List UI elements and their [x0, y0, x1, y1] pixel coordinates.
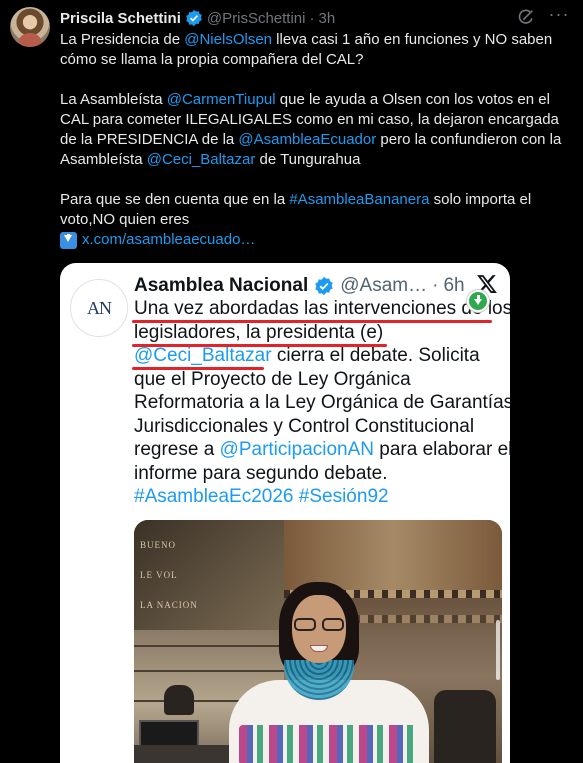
mention-link[interactable]: @CarmenTiupul — [167, 91, 276, 108]
timestamp[interactable]: 3h — [318, 10, 335, 27]
text-segment: que el Proyecto de Ley Orgánica — [134, 368, 411, 390]
red-underline — [132, 344, 387, 347]
text-segment: de Tungurahua — [255, 151, 361, 168]
wall-inscription: BUENO LE VOL LA NACION — [134, 520, 284, 630]
quote-line: #AsambleaEc2026 #Sesión92 — [134, 485, 504, 509]
quote-text: Una vez abordadas las intervenciones de … — [134, 297, 510, 509]
chair — [434, 690, 496, 763]
red-underline — [132, 367, 264, 370]
handle[interactable]: @PrisSchettini — [207, 10, 306, 27]
text-segment: legisladores, la presidenta (e) — [134, 321, 384, 343]
scrollbar[interactable] — [496, 620, 500, 680]
quote-photo[interactable]: BUENO LE VOL LA NACION — [134, 520, 502, 763]
quote-avatar[interactable]: AN — [70, 279, 128, 337]
mention-link[interactable]: #Sesión92 — [299, 486, 389, 507]
text-segment: La Asambleísta — [60, 91, 167, 108]
quote-separator-dot: · — [432, 275, 439, 296]
tweet-paragraph: La Presidencia de @NielsOlsen lleva casi… — [60, 30, 574, 70]
tweet-paragraph: La Asambleísta @CarmenTiupul que le ayud… — [60, 90, 574, 170]
quote-line: Una vez abordadas las intervenciones de … — [134, 297, 510, 321]
text-segment: Reformatoria a la Ley Orgánica de Garant… — [134, 392, 510, 413]
wall-text-3: LA NACION — [140, 600, 198, 610]
tweet-paragraph: Para que se den cuenta que en la #Asambl… — [60, 190, 574, 230]
text-segment: informe para segundo debate. — [134, 462, 388, 484]
text-segment: Una vez abordadas las intervenciones de … — [134, 298, 510, 319]
text-segment: para elaborar el — [374, 439, 510, 460]
quote-line: regrese a @ParticipacionAN para elaborar… — [134, 438, 510, 462]
grok-icon[interactable] — [517, 8, 535, 26]
red-underline — [132, 320, 492, 323]
text-segment: regrese a — [134, 439, 220, 460]
text-segment: Para que se den cuenta que en la — [60, 191, 290, 208]
quote-display-name[interactable]: Asamblea Nacional — [134, 275, 308, 297]
more-icon[interactable]: ··· — [547, 5, 571, 26]
blouse-embroidery — [239, 725, 419, 763]
download-arrow-icon — [60, 231, 77, 249]
text-segment: Jurisdiccionales y Control Constituciona… — [134, 415, 475, 437]
mention-link[interactable]: #AsambleaEc2026 — [134, 486, 294, 507]
external-link[interactable]: x.com/asambleaecuado… — [82, 230, 255, 250]
quote-line: que el Proyecto de Ley Orgánica — [134, 368, 504, 392]
mention-link[interactable]: @AsambleaEcuador — [238, 131, 376, 148]
text-segment: La Presidencia de — [60, 31, 185, 48]
display-name[interactable]: Priscila Schettini — [60, 10, 181, 27]
wall-text-1: BUENO — [140, 540, 176, 550]
tweet[interactable]: Priscila Schettini @PrisSchettini · 3h ·… — [0, 0, 583, 763]
mention-link[interactable]: @Ceci_Baltazar — [134, 345, 272, 366]
tweet-text: La Presidencia de @NielsOlsen lleva casi… — [60, 30, 574, 250]
quote-line: informe para segundo debate. — [134, 462, 504, 486]
wall-text-2: LE VOL — [140, 570, 178, 580]
mention-link[interactable]: @ParticipacionAN — [220, 439, 374, 460]
quoted-tweet[interactable]: AN Asamblea Nacional @Asam… · 6h Una vez… — [60, 263, 510, 763]
quote-line: Reformatoria a la Ley Orgánica de Garant… — [134, 391, 510, 415]
hashtag-link[interactable]: #AsambleaBananera — [289, 191, 429, 208]
glasses — [294, 618, 344, 632]
quote-line: @Ceci_Baltazar cierra el debate. Solicit… — [134, 344, 504, 368]
quote-line: Jurisdiccionales y Control Constituciona… — [134, 415, 504, 439]
mention-link[interactable]: @NielsOlsen — [184, 31, 272, 48]
gallery — [284, 520, 502, 590]
avatar[interactable] — [10, 7, 50, 47]
text-segment: cierra el debate. Solicita — [271, 345, 480, 366]
quote-header: Asamblea Nacional @Asam… · 6h — [134, 273, 498, 299]
quote-line: legisladores, la presidenta (e) — [134, 321, 504, 345]
quote-timestamp[interactable]: 6h — [443, 275, 464, 297]
verified-badge-icon — [315, 276, 333, 296]
mention-link[interactable]: @Ceci_Baltazar — [147, 151, 256, 168]
chair — [164, 685, 194, 715]
quote-handle[interactable]: @Asam… — [340, 275, 427, 297]
separator-dot: · — [309, 9, 315, 27]
tweet-header: Priscila Schettini @PrisSchettini · 3h ·… — [60, 5, 573, 28]
verified-badge-icon — [186, 9, 202, 27]
link-row: x.com/asambleaecuado… — [60, 230, 574, 250]
quote-avatar-logo: AN — [87, 297, 112, 318]
green-download-icon — [467, 290, 489, 312]
